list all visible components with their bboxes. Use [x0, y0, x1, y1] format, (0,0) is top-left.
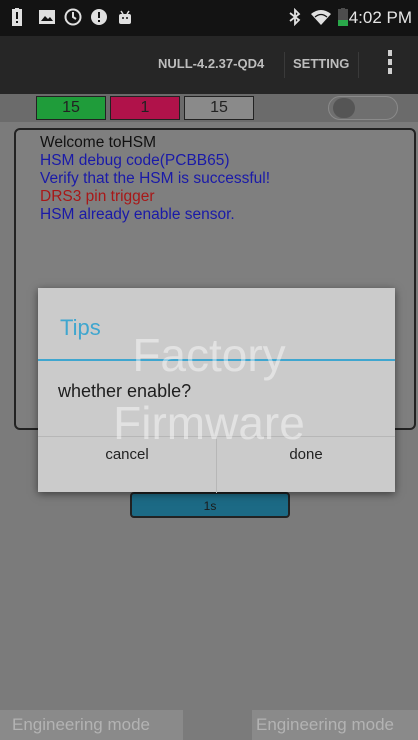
setting-button[interactable]: SETTING	[293, 56, 349, 71]
wifi-icon	[311, 10, 331, 25]
enable-toggle[interactable]	[328, 96, 398, 120]
toggle-thumb	[333, 98, 355, 118]
battery-icon	[338, 8, 348, 26]
tips-dialog: Tips whether enable? cancel done	[38, 288, 395, 493]
action-divider	[284, 52, 285, 78]
android-icon	[119, 10, 131, 24]
log-line: Welcome toHSM	[40, 134, 156, 151]
dialog-button-row: cancel done	[38, 436, 395, 493]
status-bar: 4:02 PM	[0, 0, 418, 36]
fail-counter: 1	[110, 96, 180, 120]
dialog-title: Tips	[60, 315, 101, 340]
total-counter: 15	[184, 96, 254, 120]
image-icon	[39, 10, 55, 24]
log-line: DRS3 pin trigger	[40, 188, 155, 205]
firmware-version: NULL-4.2.37-QD4	[158, 56, 265, 71]
clock-time: 4:02 PM	[348, 8, 412, 27]
cancel-button[interactable]: cancel	[38, 437, 216, 493]
interval-selector[interactable]: 1s	[130, 492, 290, 518]
dialog-message: whether enable?	[58, 381, 192, 401]
dialog-title-divider	[38, 359, 395, 361]
battery-alert-icon	[12, 8, 22, 26]
done-button[interactable]: done	[217, 437, 395, 493]
action-divider	[358, 52, 359, 78]
engineering-mode-left[interactable]: Engineering mode	[0, 710, 183, 740]
engineering-mode-right[interactable]: Engineering mode	[252, 710, 418, 740]
log-line: HSM debug code(PCBB65)	[40, 152, 230, 169]
log-line: Verify that the HSM is successful!	[40, 170, 271, 187]
log-line: HSM already enable sensor.	[40, 206, 235, 223]
clock-icon	[64, 8, 82, 26]
action-bar: NULL-4.2.37-QD4 SETTING	[0, 36, 418, 94]
more-vert-icon[interactable]	[384, 50, 396, 80]
counter-row: 15 1 15	[0, 94, 418, 122]
success-counter: 15	[36, 96, 106, 120]
bluetooth-icon	[289, 8, 301, 26]
alert-icon	[91, 9, 107, 25]
